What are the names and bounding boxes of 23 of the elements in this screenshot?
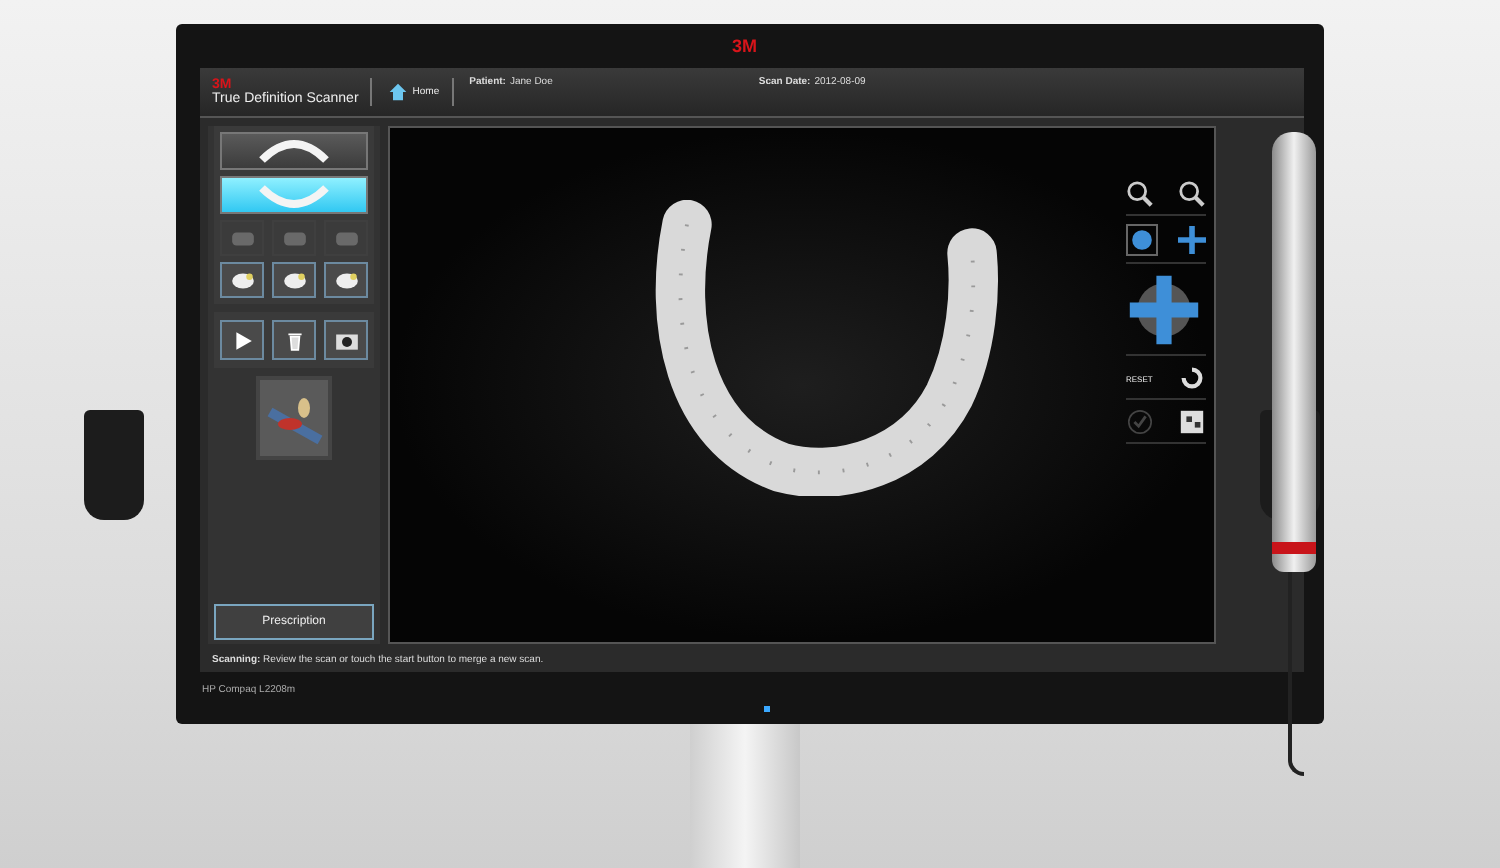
scanner-wand-button[interactable] [256,376,332,460]
rotate-icon[interactable] [1178,364,1206,392]
house-icon [388,82,409,102]
delete-button[interactable] [272,320,316,360]
tool-button[interactable] [220,262,264,298]
pan-mode-icon[interactable] [1178,226,1206,254]
grid-icon[interactable] [1178,408,1206,436]
teeth-icon [229,227,255,249]
tool-button[interactable] [272,262,316,298]
power-led [764,706,770,712]
zoom-out-icon[interactable] [1126,180,1154,208]
zoom-in-icon[interactable] [1178,180,1206,208]
start-button[interactable] [220,320,264,360]
arch-button[interactable] [220,132,368,170]
teeth-icon [333,227,359,249]
dental-arch-icon [254,183,334,207]
camera-button[interactable] [324,320,368,360]
teeth-icon [281,227,307,249]
brand-logo: 3M [732,36,758,56]
wand-holder [84,410,144,520]
direction-pad-icon[interactable] [1126,272,1202,348]
tool-button[interactable] [324,262,368,298]
dental-arch-icon [254,139,334,163]
